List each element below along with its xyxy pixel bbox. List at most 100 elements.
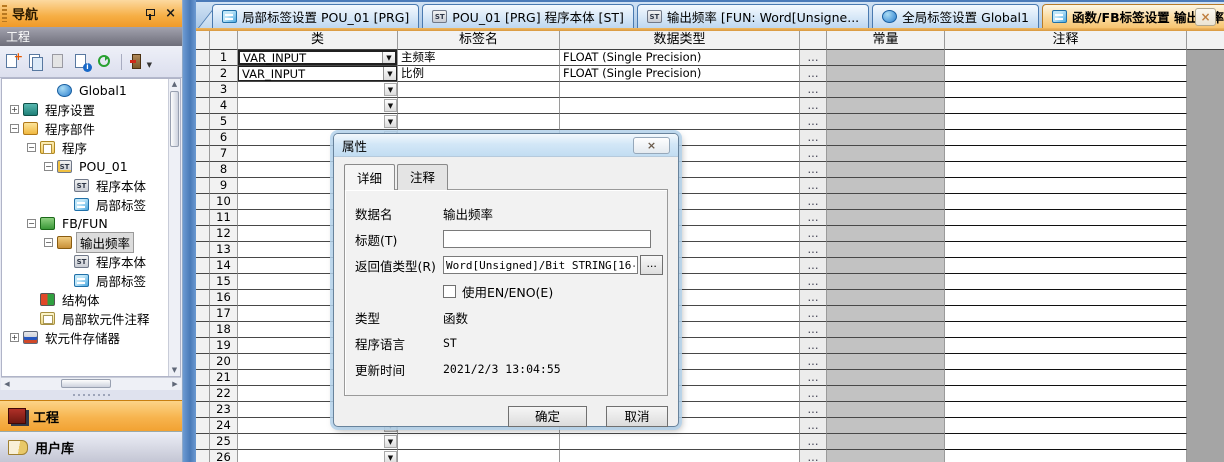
tree-item-结构体[interactable]: 结构体	[2, 290, 168, 309]
datatype-cell[interactable]: FLOAT (Single Precision)	[560, 66, 800, 82]
datatype-browse-button[interactable]: ...	[800, 290, 827, 306]
chevron-down-icon[interactable]: ▼	[382, 52, 395, 63]
document-tab-1[interactable]: 局部标签设置 POU_01 [PRG]	[212, 4, 419, 28]
chevron-down-icon[interactable]: ▼	[383, 67, 396, 80]
comment-cell[interactable]	[945, 130, 1187, 146]
scroll-down-icon[interactable]: ▼	[169, 365, 180, 376]
refresh-icon[interactable]	[96, 53, 114, 71]
tree-item-程序本体[interactable]: 程序本体	[2, 176, 168, 195]
collapse-icon[interactable]: −	[27, 219, 36, 228]
comment-cell[interactable]	[945, 274, 1187, 290]
tree-item-程序设置[interactable]: +程序设置	[2, 100, 168, 119]
cancel-button[interactable]: 取消	[606, 406, 668, 427]
tree-item-Global1[interactable]: Global1	[2, 81, 168, 100]
comment-cell[interactable]	[945, 386, 1187, 402]
scroll-left-icon[interactable]: ◀	[1, 378, 13, 390]
comment-cell[interactable]	[945, 450, 1187, 462]
chevron-down-icon[interactable]: ▼	[384, 451, 397, 462]
document-tab-2[interactable]: POU_01 [PRG] 程序本体 [ST]	[422, 4, 634, 28]
datatype-browse-button[interactable]: ...	[800, 322, 827, 338]
comment-cell[interactable]	[945, 354, 1187, 370]
panel-divider[interactable]	[183, 0, 196, 462]
comment-cell[interactable]	[945, 402, 1187, 418]
close-icon[interactable]: ×	[165, 7, 176, 21]
vertical-scroll-thumb[interactable]	[170, 91, 179, 147]
tab-comment[interactable]: 注释	[397, 164, 448, 190]
tree-item-程序[interactable]: −程序	[2, 138, 168, 157]
tree-item-局部软元件注释[interactable]: 局部软元件注释	[2, 309, 168, 328]
user-library-button[interactable]: 用户库	[0, 431, 182, 462]
comment-cell[interactable]	[945, 178, 1187, 194]
datatype-browse-button[interactable]: ...	[800, 338, 827, 354]
document-close-icon[interactable]: ×	[1195, 8, 1216, 26]
collapse-icon[interactable]: −	[27, 143, 36, 152]
ok-button[interactable]: 确定	[508, 406, 587, 427]
comment-cell[interactable]	[945, 82, 1187, 98]
return-type-input[interactable]	[443, 256, 638, 274]
comment-cell[interactable]	[945, 258, 1187, 274]
comment-cell[interactable]	[945, 322, 1187, 338]
datatype-browse-button[interactable]: ...	[800, 178, 827, 194]
comment-cell[interactable]	[945, 370, 1187, 386]
tree-vertical-scrollbar[interactable]: ▲ ▼	[168, 79, 180, 376]
label-cell[interactable]	[398, 98, 560, 114]
class-combobox[interactable]: VAR_INPUT▼	[238, 50, 397, 65]
chevron-down-icon[interactable]: ▼	[384, 115, 397, 128]
comment-cell[interactable]	[945, 306, 1187, 322]
document-tab-4[interactable]: 全局标签设置 Global1	[872, 4, 1039, 28]
chevron-down-icon[interactable]: ▼	[384, 83, 397, 96]
class-combobox[interactable]: VAR_INPUT▼	[238, 66, 397, 81]
tree-item-局部标签[interactable]: 局部标签	[2, 195, 168, 214]
datatype-cell[interactable]	[560, 450, 800, 462]
comment-cell[interactable]	[945, 162, 1187, 178]
comment-cell[interactable]	[945, 194, 1187, 210]
tree-item-POU_01[interactable]: −POU_01	[2, 157, 168, 176]
tree-item-程序部件[interactable]: −程序部件	[2, 119, 168, 138]
datatype-browse-button[interactable]: ...	[800, 418, 827, 434]
copy-icon[interactable]	[27, 53, 45, 71]
datatype-browse-button[interactable]: ...	[800, 98, 827, 114]
datatype-browse-button[interactable]: ...	[800, 130, 827, 146]
datatype-browse-button[interactable]: ...	[800, 370, 827, 386]
collapse-icon[interactable]: −	[44, 162, 53, 171]
datatype-cell[interactable]	[560, 82, 800, 98]
paste-icon[interactable]	[50, 53, 68, 71]
dialog-titlebar[interactable]: 属性 ×	[334, 134, 678, 157]
datatype-browse-button[interactable]: ...	[800, 306, 827, 322]
panel-splitter[interactable]	[0, 390, 182, 400]
datatype-browse-button[interactable]: ...	[800, 210, 827, 226]
comment-cell[interactable]	[945, 418, 1187, 434]
comment-cell[interactable]	[945, 210, 1187, 226]
datatype-cell[interactable]	[560, 98, 800, 114]
tree-item-FB/FUN[interactable]: −FB/FUN	[2, 214, 168, 233]
label-cell[interactable]: 比例	[398, 66, 560, 82]
datatype-cell[interactable]	[560, 434, 800, 450]
navigation-titlebar[interactable]: 导航 ×	[0, 0, 182, 27]
class-cell[interactable]: ▼	[238, 114, 398, 130]
scroll-up-icon[interactable]: ▲	[169, 79, 180, 90]
datatype-browse-button[interactable]: ...	[800, 226, 827, 242]
class-cell[interactable]: ▼	[238, 82, 398, 98]
comment-cell[interactable]	[945, 50, 1187, 66]
en-eno-checkbox[interactable]	[443, 285, 456, 298]
comment-cell[interactable]	[945, 146, 1187, 162]
label-cell[interactable]	[398, 114, 560, 130]
document-tab-3[interactable]: 输出频率 [FUN: Word[Unsigne...	[637, 4, 869, 28]
comment-cell[interactable]	[945, 226, 1187, 242]
datatype-browse-button[interactable]: ...	[800, 354, 827, 370]
collapse-icon[interactable]: −	[44, 238, 53, 247]
datatype-browse-button[interactable]: ...	[800, 258, 827, 274]
datatype-browse-button[interactable]: ...	[800, 66, 827, 82]
dialog-close-button[interactable]: ×	[633, 137, 670, 154]
tab-details[interactable]: 详细	[344, 164, 395, 190]
datatype-browse-button[interactable]: ...	[800, 82, 827, 98]
collapse-icon[interactable]: −	[10, 124, 19, 133]
tree-item-程序本体[interactable]: 程序本体	[2, 252, 168, 271]
datatype-browse-button[interactable]: ...	[800, 194, 827, 210]
datatype-browse-button[interactable]: ...	[800, 402, 827, 418]
tree-item-局部标签[interactable]: 局部标签	[2, 271, 168, 290]
comment-cell[interactable]	[945, 434, 1187, 450]
datatype-browse-button[interactable]: ...	[800, 450, 827, 462]
comment-cell[interactable]	[945, 242, 1187, 258]
new-icon[interactable]: +	[4, 53, 22, 71]
